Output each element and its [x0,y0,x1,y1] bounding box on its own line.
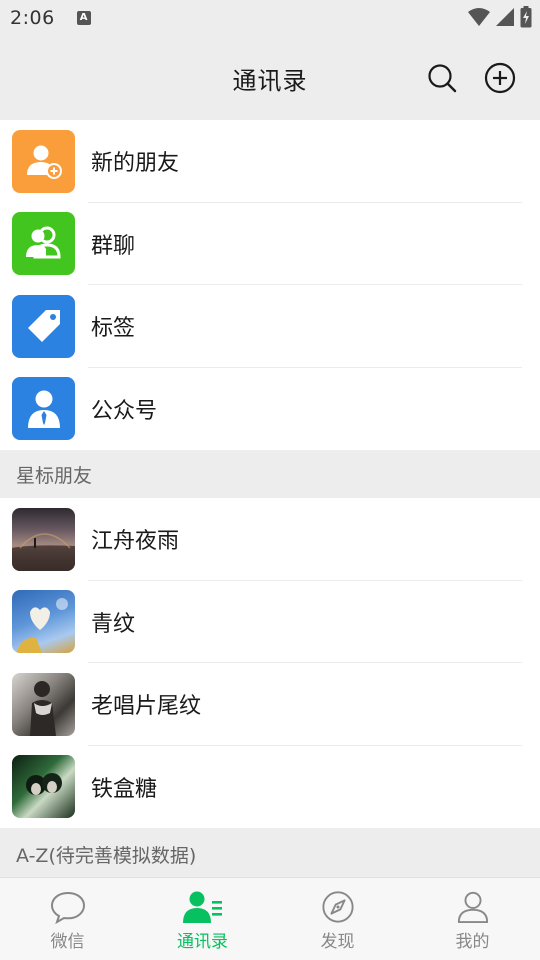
compass-icon [321,891,354,923]
nav-tab-chats[interactable]: 微信 [0,878,135,960]
page-title: 通讯录 [232,66,308,95]
add-button[interactable] [480,58,520,98]
tag-icon [12,294,75,358]
nav-tab-me[interactable]: 我的 [405,878,540,960]
nav-label: 微信 [50,932,85,952]
plus-circle-icon [484,62,516,94]
chat-bubble-icon [50,891,85,924]
entry-label: 公众号 [91,398,158,424]
starred-friend-row[interactable]: 江舟夜雨 [0,498,540,581]
avatar [12,590,75,654]
add-friend-icon [12,129,75,193]
avatar [12,672,75,736]
status-time: 2:06 [10,7,55,29]
avatar [12,755,75,819]
nav-tab-discover[interactable]: 发现 [270,878,405,960]
contacts-screen: 2:06 A 通讯录 新的朋友 群聊 标签 公众号 星标朋友 江舟夜雨 青纹 老… [0,0,540,960]
search-icon [428,64,457,93]
cell-signal-icon [496,8,514,26]
starred-friend-row[interactable]: 老唱片尾纹 [0,663,540,746]
entry-new-friends[interactable]: 新的朋友 [0,120,540,203]
friend-name: 青纹 [91,611,136,637]
section-header-az: A-Z(待完善模拟数据) [0,828,540,880]
friend-name: 老唱片尾纹 [91,694,202,720]
group-chat-icon [12,212,75,276]
status-icons [468,6,532,28]
nav-label: 发现 [320,932,355,952]
app-header: 通讯录 [0,36,540,120]
nav-label: 我的 [455,932,490,952]
nav-label: 通讯录 [177,932,228,952]
entry-tags[interactable]: 标签 [0,285,540,368]
entry-label: 群聊 [91,233,136,259]
avatar [12,507,75,571]
entry-label: 新的朋友 [91,151,180,177]
contacts-icon [182,891,222,923]
starred-friend-row[interactable]: 铁盒糖 [0,746,540,829]
friend-name: 铁盒糖 [91,776,158,802]
section-header-starred: 星标朋友 [0,450,540,498]
nav-tab-contacts[interactable]: 通讯录 [135,878,270,960]
bottom-navigation: 微信 通讯录 发现 我的 [0,877,540,960]
friend-name: 江舟夜雨 [91,529,180,555]
official-account-icon [12,377,75,441]
entry-group-chats[interactable]: 群聊 [0,203,540,285]
search-button[interactable] [422,58,462,98]
fixed-entries-list: 新的朋友 群聊 标签 公众号 [0,120,540,450]
notification-icon: A [76,11,91,25]
entry-official-accounts[interactable]: 公众号 [0,368,540,451]
entry-label: 标签 [91,316,136,342]
starred-friends-list: 江舟夜雨 青纹 老唱片尾纹 铁盒糖 [0,498,540,828]
wifi-icon [468,8,490,26]
starred-friend-row[interactable]: 青纹 [0,581,540,663]
status-bar: 2:06 A [0,0,540,36]
person-icon [457,891,488,924]
battery-icon [520,6,532,28]
